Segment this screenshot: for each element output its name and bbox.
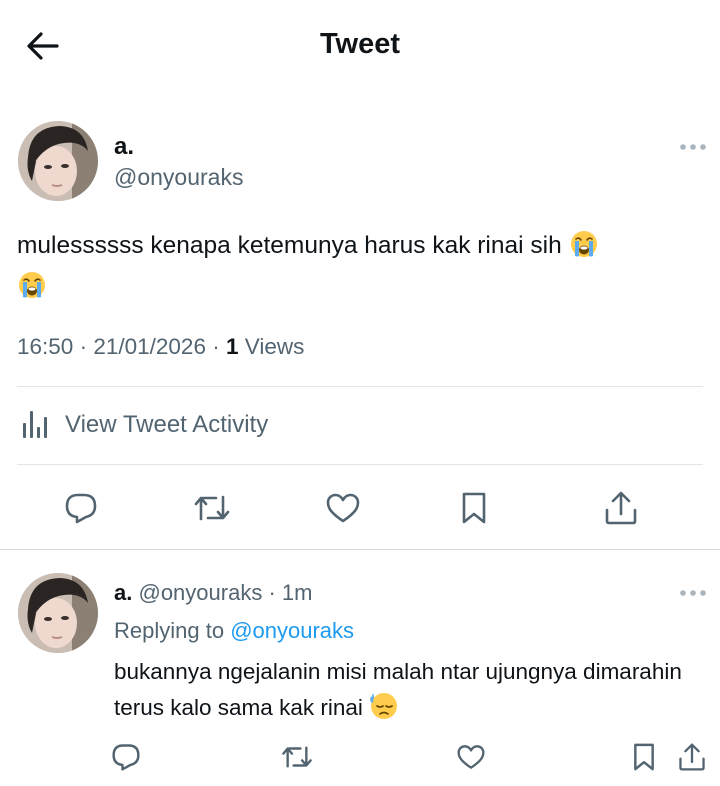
author-handle[interactable]: @onyouraks <box>114 164 243 191</box>
bookmark-icon <box>462 492 486 524</box>
avatar-photo <box>18 121 98 201</box>
divider <box>17 386 703 387</box>
bookmark-button[interactable] <box>452 486 496 530</box>
meta-separator: · <box>268 580 276 605</box>
like-icon <box>457 745 485 769</box>
meta-separator: · <box>212 334 220 359</box>
avatar[interactable] <box>18 573 98 653</box>
tweet-date: 21/01/2026 <box>93 334 206 359</box>
like-button[interactable] <box>451 737 491 777</box>
retweet-icon <box>194 495 230 521</box>
tweet-time: 16:50 <box>17 334 74 359</box>
downcast-face-with-sweat-icon <box>369 691 399 721</box>
bookmark-button[interactable] <box>624 737 664 777</box>
reply-header: a. @onyouraks · 1m <box>114 580 312 606</box>
reply-icon <box>65 493 97 524</box>
more-options-button[interactable] <box>678 140 708 154</box>
share-button[interactable] <box>599 486 643 530</box>
share-icon <box>605 491 637 525</box>
author-name[interactable]: a. <box>114 133 134 161</box>
reply-time: 1m <box>281 580 313 605</box>
retweet-button[interactable] <box>190 486 234 530</box>
meta-separator: · <box>79 334 88 359</box>
avatar[interactable] <box>18 121 98 201</box>
views-label: Views <box>244 334 305 359</box>
more-dots-icon <box>680 590 706 596</box>
replying-to: Replying to @onyouraks <box>114 618 354 644</box>
reply-author-handle[interactable]: @onyouraks <box>138 580 262 605</box>
share-button[interactable] <box>672 737 712 777</box>
avatar-photo <box>18 573 98 653</box>
reply-button[interactable] <box>59 486 103 530</box>
replying-to-label: Replying to <box>114 618 225 643</box>
retweet-button[interactable] <box>277 737 317 777</box>
reply-author-name[interactable]: a. <box>114 580 132 605</box>
view-tweet-activity-label: View Tweet Activity <box>65 411 269 438</box>
more-dots-icon <box>680 144 706 150</box>
tweet-meta: 16:50 · 21/01/2026 · 1 Views <box>17 334 304 360</box>
loudly-crying-face-icon <box>17 270 47 300</box>
views-count: 1 <box>226 334 239 359</box>
analytics-bars-icon <box>21 408 53 440</box>
reply-text: bukannya ngejalanin misi malah ntar ujun… <box>114 654 684 726</box>
tweet-text: mulessssss kenapa ketemunya harus kak ri… <box>17 225 697 307</box>
retweet-icon <box>282 746 312 768</box>
replying-to-handle-link[interactable]: @onyouraks <box>230 618 354 643</box>
bookmark-icon <box>634 743 654 771</box>
reply-button[interactable] <box>106 737 146 777</box>
share-icon <box>679 743 705 771</box>
reply-icon <box>112 744 140 771</box>
like-icon <box>326 493 360 523</box>
tweet-text-content: mulessssss kenapa ketemunya harus kak ri… <box>17 232 562 259</box>
divider <box>17 464 703 465</box>
divider <box>0 549 720 550</box>
like-button[interactable] <box>321 486 365 530</box>
loudly-crying-face-icon <box>569 229 599 259</box>
more-options-button[interactable] <box>678 586 708 600</box>
view-tweet-activity-button[interactable]: View Tweet Activity <box>17 400 417 450</box>
page-title: Tweet <box>319 28 401 60</box>
